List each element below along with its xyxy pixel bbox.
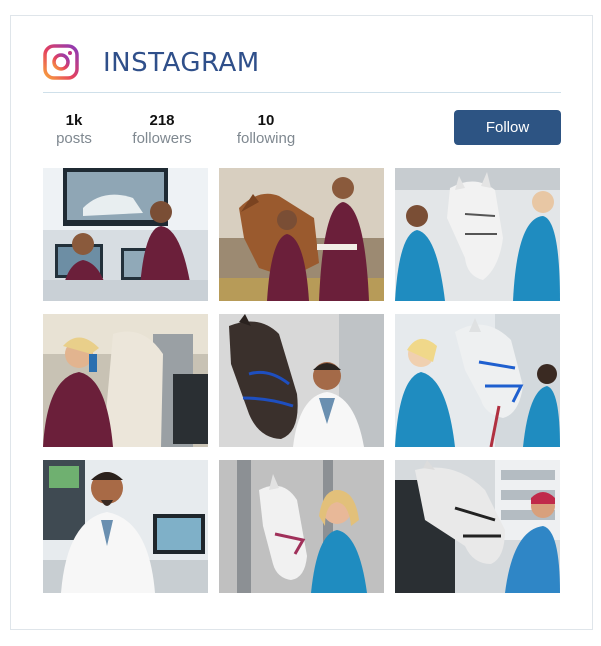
photo-tile-2[interactable] — [219, 168, 384, 301]
photo-tile-8[interactable] — [219, 460, 384, 593]
photo-grid — [43, 168, 561, 594]
followers-count: 218 — [149, 112, 175, 129]
posts-count: 1k — [65, 112, 83, 129]
photo-tile-3[interactable] — [395, 168, 560, 301]
brand-title: INSTAGRAM — [103, 48, 260, 78]
header-divider — [43, 92, 561, 93]
photo-tile-6[interactable] — [395, 314, 560, 447]
stat-followers[interactable]: 218 followers — [125, 112, 199, 148]
photo-tile-7[interactable] — [43, 460, 208, 593]
photo-tile-5[interactable] — [219, 314, 384, 447]
posts-label: posts — [56, 130, 92, 147]
widget-header: INSTAGRAM — [43, 44, 561, 94]
instagram-widget: INSTAGRAM 1k posts 218 followers 10 foll… — [10, 15, 593, 630]
followers-label: followers — [132, 130, 192, 147]
following-label: following — [236, 130, 296, 147]
photo-tile-9[interactable] — [395, 460, 560, 593]
follow-button[interactable]: Follow — [454, 110, 561, 145]
following-count: 10 — [257, 112, 275, 129]
photo-tile-1[interactable] — [43, 168, 208, 301]
photo-tile-4[interactable] — [43, 314, 208, 447]
stat-following[interactable]: 10 following — [229, 112, 303, 148]
stat-posts[interactable]: 1k posts — [51, 112, 97, 148]
instagram-icon[interactable] — [43, 44, 79, 80]
